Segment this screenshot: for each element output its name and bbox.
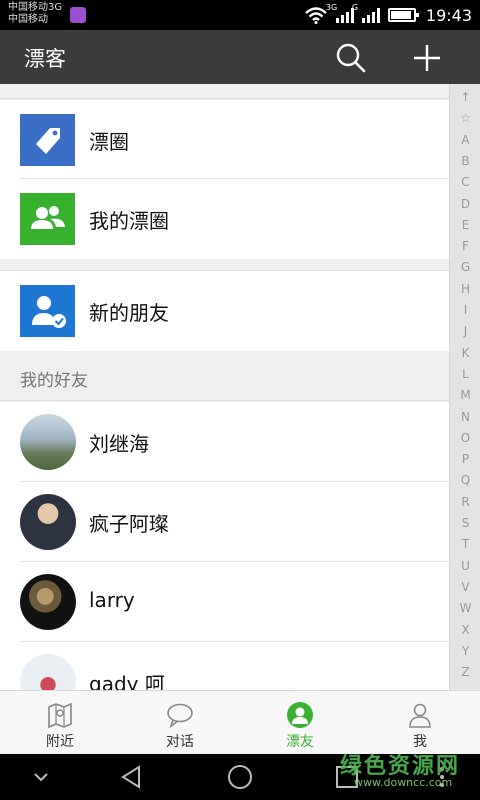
nav-label: 附近: [46, 734, 74, 750]
contacts-list: 漂圈 我的漂圈 新的朋友 我的好友 刘继海 疯子阿璨 larry gady 呵: [0, 84, 449, 690]
friend-name: 刘继海: [89, 432, 149, 456]
signal-2-icon: G: [352, 3, 380, 23]
clock: 19:43: [425, 5, 472, 25]
nav-chat[interactable]: 对话: [120, 691, 240, 755]
battery-icon: [387, 8, 419, 22]
list-item-piaoquan[interactable]: 漂圈: [0, 100, 449, 179]
index-letter[interactable]: C: [450, 175, 480, 189]
group-icon: [20, 193, 75, 245]
index-letter[interactable]: ↑: [450, 90, 480, 104]
index-letter[interactable]: V: [450, 580, 480, 594]
nav-nearby[interactable]: 附近: [0, 691, 120, 755]
sim1-network: 3G: [325, 3, 338, 12]
friend-row[interactable]: 刘继海: [0, 402, 449, 482]
index-letter[interactable]: B: [450, 154, 480, 168]
index-letter[interactable]: A: [450, 133, 480, 147]
avatar: [20, 654, 76, 690]
index-letter[interactable]: P: [450, 452, 480, 466]
index-letter[interactable]: F: [450, 239, 480, 253]
index-letter[interactable]: O: [450, 431, 480, 445]
spacer: [0, 84, 449, 99]
section-header-label: 我的好友: [20, 371, 88, 391]
list-item-label: 新的朋友: [89, 301, 169, 325]
sim2-network: G: [351, 3, 359, 12]
nav-me[interactable]: 我: [360, 691, 480, 755]
friend-name: 疯子阿璨: [89, 512, 169, 536]
status-bar: 中国移动3G 中国移动 3G G 19:43: [0, 0, 480, 30]
index-letter[interactable]: J: [450, 324, 480, 338]
index-letter[interactable]: I: [450, 303, 480, 317]
friend-row[interactable]: 疯子阿璨: [0, 482, 449, 562]
home-icon[interactable]: [225, 762, 255, 792]
list-item-new-friends[interactable]: 新的朋友: [0, 271, 449, 351]
index-letter[interactable]: W: [450, 601, 480, 615]
person-icon: [409, 703, 431, 728]
avatar: [20, 574, 76, 630]
avatar: [20, 494, 76, 550]
chevron-down-icon[interactable]: [26, 762, 56, 792]
index-letter[interactable]: G: [450, 260, 480, 274]
wifi-icon: [305, 7, 327, 24]
bottom-nav: 附近 对话 漂友 我: [0, 690, 480, 754]
index-letter[interactable]: H: [450, 282, 480, 296]
nav-label: 我: [413, 734, 427, 750]
back-icon[interactable]: [117, 762, 147, 792]
app-bar: 漂客: [0, 30, 480, 84]
system-nav-bar: [0, 754, 480, 800]
app-title: 漂客: [24, 47, 66, 71]
index-letter[interactable]: S: [450, 516, 480, 530]
friend-name: gady 呵: [89, 672, 165, 690]
carrier-1: 中国移动3G: [8, 2, 63, 13]
search-icon[interactable]: [334, 41, 368, 75]
alphabet-index-bar[interactable]: ↑ ☆ A B C D E F G H I J K L M N O P Q R S T U V W X Y Z: [449, 84, 480, 690]
tag-icon: [20, 114, 75, 166]
index-letter[interactable]: Y: [450, 644, 480, 658]
menu-dots-icon[interactable]: [427, 762, 457, 792]
friend-row[interactable]: larry: [0, 562, 449, 642]
app-notification-icon: [70, 7, 86, 23]
nav-label: 对话: [166, 734, 194, 750]
chat-bubble-icon: [167, 703, 193, 729]
friend-name: larry: [89, 588, 135, 612]
map-icon: [48, 702, 72, 729]
index-letter[interactable]: R: [450, 495, 480, 509]
index-letter[interactable]: T: [450, 537, 480, 551]
index-letter[interactable]: Z: [450, 665, 480, 679]
section-header: 我的好友: [0, 351, 449, 401]
list-item-my-piaoquan[interactable]: 我的漂圈: [0, 179, 449, 259]
index-letter[interactable]: E: [450, 218, 480, 232]
recents-icon[interactable]: [332, 762, 362, 792]
contacts-content: 漂圈 我的漂圈 新的朋友 我的好友 刘继海 疯子阿璨 larry gady 呵 …: [0, 84, 480, 690]
index-letter[interactable]: U: [450, 559, 480, 573]
index-letter[interactable]: X: [450, 623, 480, 637]
add-friend-icon: [20, 285, 75, 337]
index-letter[interactable]: L: [450, 367, 480, 381]
nav-friends[interactable]: 漂友: [240, 691, 360, 755]
plus-icon[interactable]: [410, 41, 444, 75]
index-letter[interactable]: ☆: [450, 111, 480, 125]
list-item-label: 漂圈: [89, 130, 129, 154]
index-letter[interactable]: K: [450, 346, 480, 360]
carrier-2: 中国移动: [8, 14, 48, 25]
index-letter[interactable]: D: [450, 197, 480, 211]
avatar: [20, 414, 76, 470]
friend-row[interactable]: gady 呵: [0, 642, 449, 690]
index-letter[interactable]: M: [450, 388, 480, 402]
friend-icon: [287, 702, 313, 728]
index-letter[interactable]: N: [450, 410, 480, 424]
list-item-label: 我的漂圈: [89, 209, 169, 233]
carrier-info: 中国移动3G 中国移动: [8, 2, 62, 26]
spacer: [0, 259, 449, 271]
nav-label: 漂友: [286, 734, 314, 750]
index-letter[interactable]: Q: [450, 473, 480, 487]
